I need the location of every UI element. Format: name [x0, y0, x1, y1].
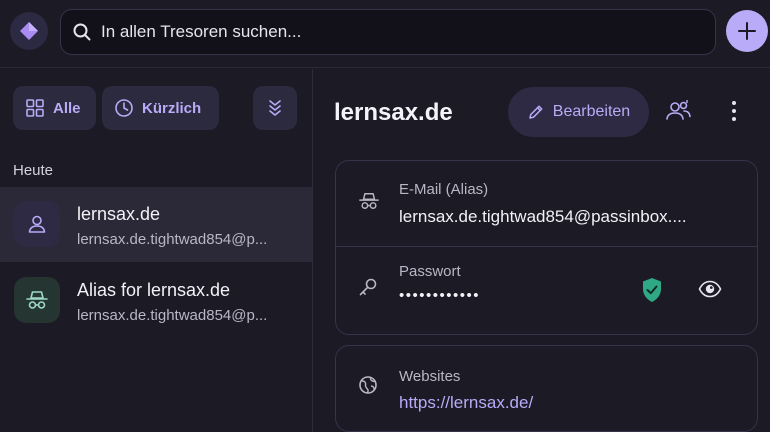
user-icon — [28, 215, 46, 233]
more-options-button[interactable] — [724, 99, 744, 123]
websites-label: Websites — [399, 368, 461, 385]
list-item[interactable]: Alias for lernsax.de lernsax.de.tightwad… — [0, 263, 312, 338]
vertical-dots-icon — [732, 101, 736, 121]
website-link[interactable]: https://lernsax.de/ — [399, 393, 739, 413]
create-item-button[interactable] — [726, 10, 768, 52]
globe-icon — [358, 375, 378, 395]
password-value: •••••••••••• — [399, 287, 481, 304]
key-icon — [358, 277, 378, 297]
item-list-panel: Alle Kürzlich Heute lernsax.de lernsax.d… — [0, 69, 313, 432]
vault-diamond-icon — [20, 22, 38, 40]
sort-button[interactable] — [253, 86, 297, 130]
shield-check-icon — [641, 277, 663, 303]
website-row[interactable]: Websites https://lernsax.de/ — [336, 346, 757, 431]
item-title: lernsax.de — [334, 99, 453, 126]
email-label: E-Mail (Alias) — [399, 181, 489, 198]
search-bar[interactable] — [60, 9, 716, 55]
edit-button[interactable]: Bearbeiten — [508, 87, 649, 137]
search-input[interactable] — [101, 10, 701, 54]
list-item-title: lernsax.de — [77, 204, 161, 224]
list-item-title: Alias for lernsax.de — [77, 280, 231, 300]
filter-recent-button[interactable]: Kürzlich — [102, 86, 219, 130]
filter-recent-label: Kürzlich — [142, 99, 202, 117]
filter-all-button[interactable]: Alle — [13, 86, 96, 130]
list-item-subtitle: lernsax.de.tightwad854@p... — [77, 231, 268, 248]
email-value: lernsax.de.tightwad854@passinbox.... — [399, 207, 687, 226]
chevrons-down-icon — [269, 100, 281, 116]
password-row[interactable]: Passwort •••••••••••• — [336, 247, 757, 335]
list-item[interactable]: lernsax.de lernsax.de.tightwad854@p... — [0, 187, 312, 262]
reveal-password-eye-icon[interactable] — [698, 280, 722, 298]
alias-icon — [26, 291, 48, 309]
section-today-label: Heute — [13, 162, 54, 179]
pencil-icon — [529, 105, 543, 119]
clock-icon — [115, 99, 133, 117]
avatar — [14, 201, 60, 247]
vault-switcher-button[interactable] — [10, 12, 48, 50]
alias-icon — [358, 191, 380, 211]
grid-icon — [26, 99, 44, 117]
users-icon — [666, 100, 691, 120]
item-detail-panel: lernsax.de Bearbeiten E-Mail (Alias) ler… — [314, 69, 770, 432]
top-bar — [0, 0, 770, 68]
search-icon — [73, 23, 91, 41]
plus-icon — [738, 22, 756, 40]
password-label: Passwort — [399, 263, 461, 280]
filter-all-label: Alle — [53, 99, 81, 117]
list-item-subtitle: lernsax.de.tightwad854@p... — [77, 307, 268, 324]
edit-button-label: Bearbeiten — [552, 103, 631, 120]
avatar — [14, 277, 60, 323]
share-button[interactable] — [664, 99, 692, 123]
credentials-card: E-Mail (Alias) lernsax.de.tightwad854@pa… — [335, 160, 758, 335]
email-row[interactable]: E-Mail (Alias) lernsax.de.tightwad854@pa… — [336, 161, 757, 246]
websites-card: Websites https://lernsax.de/ — [335, 345, 758, 432]
